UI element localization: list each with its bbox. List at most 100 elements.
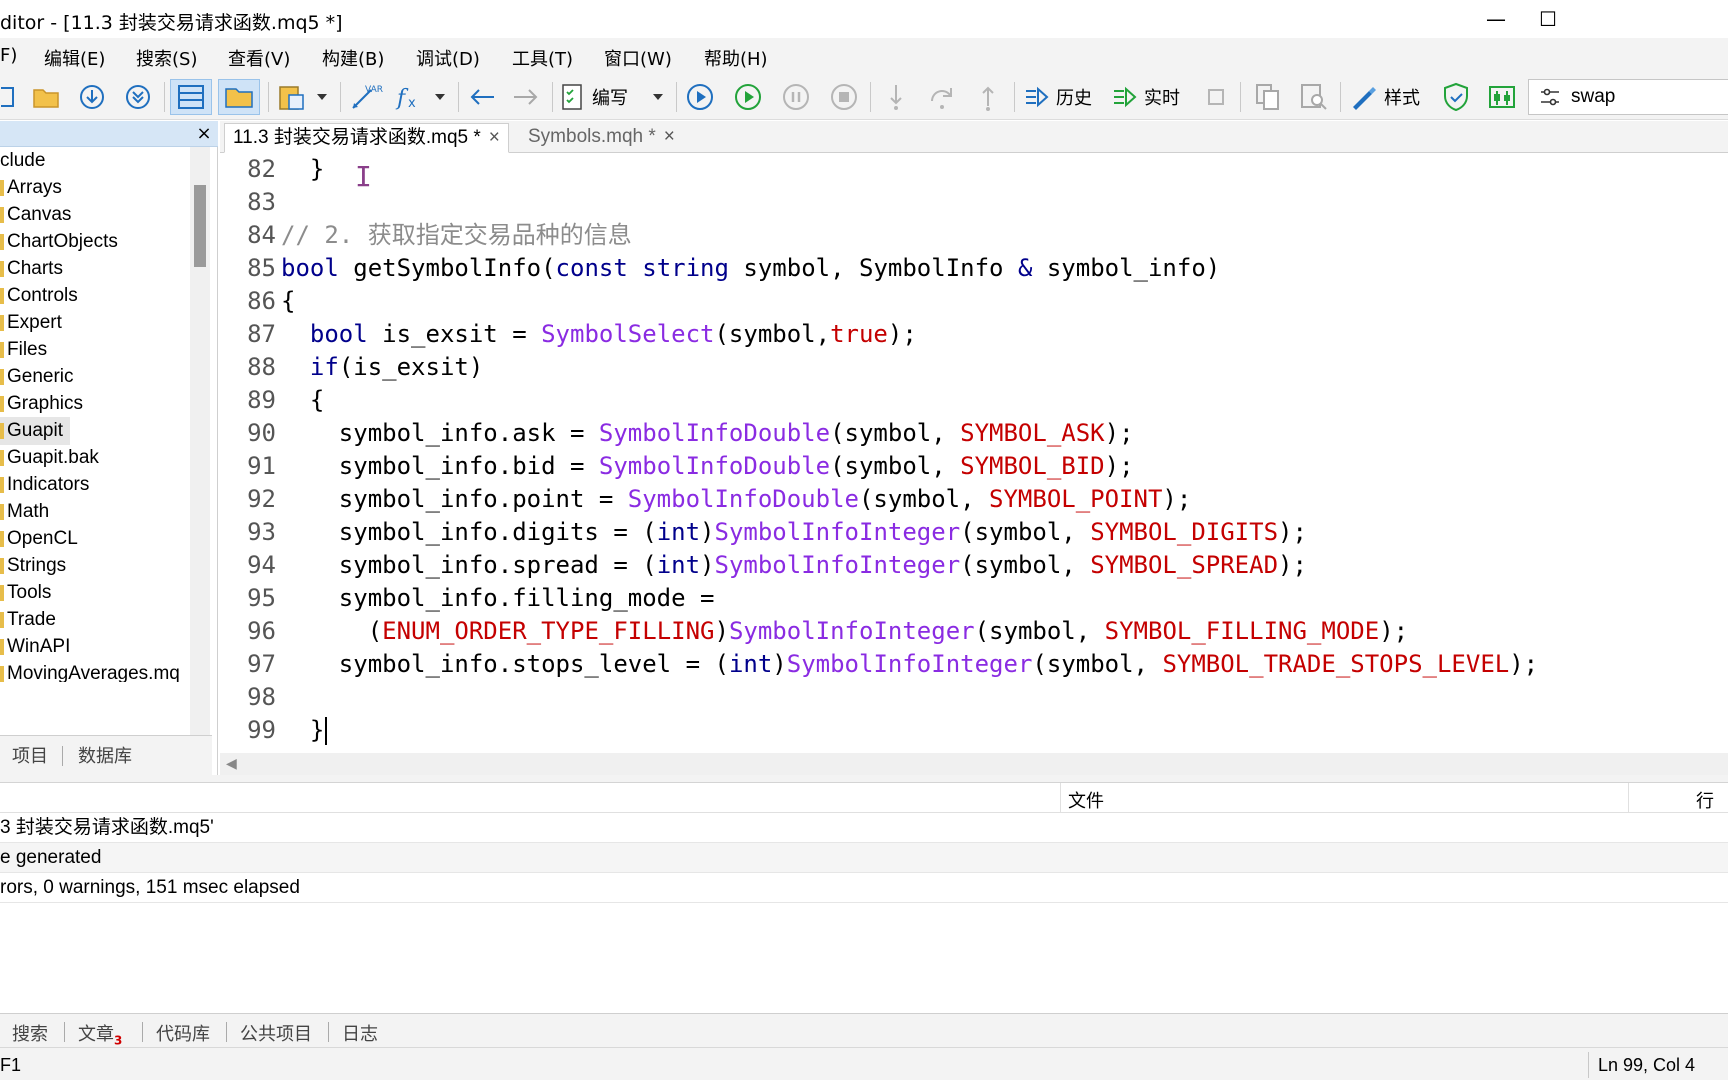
nav-item-guapit[interactable]: Guapit bbox=[0, 417, 70, 445]
nav-item-winapi[interactable]: WinAPI bbox=[0, 633, 70, 661]
tab-symbols-file[interactable]: Symbols.mqh * × bbox=[520, 123, 683, 153]
forward-arrow-icon[interactable] bbox=[508, 79, 544, 115]
code-line[interactable]: symbol_info.digits = (int)SymbolInfoInte… bbox=[281, 516, 1307, 549]
nav-item-expert[interactable]: Expert bbox=[0, 309, 62, 337]
code-line[interactable]: symbol_info.point = SymbolInfoDouble(sym… bbox=[281, 483, 1192, 516]
navigator-close-button[interactable]: × bbox=[194, 121, 214, 147]
search-box[interactable] bbox=[1528, 79, 1728, 115]
start-debug-icon[interactable] bbox=[682, 79, 718, 115]
market-icon[interactable] bbox=[1484, 79, 1520, 115]
compile-dropdown-icon[interactable] bbox=[648, 79, 668, 115]
download-icon[interactable] bbox=[74, 79, 110, 115]
menu-search[interactable]: 搜索(S) bbox=[136, 45, 197, 71]
menu-debug[interactable]: 调试(D) bbox=[416, 45, 480, 71]
paste-icon[interactable] bbox=[274, 79, 310, 115]
navigator-toggle-icon[interactable] bbox=[170, 79, 212, 115]
nav-item-trade[interactable]: Trade bbox=[0, 606, 56, 634]
code-line[interactable]: symbol_info.ask = SymbolInfoDouble(symbo… bbox=[281, 417, 1134, 450]
code-line[interactable]: symbol_info.filling_mode = bbox=[281, 582, 715, 615]
tab-search[interactable]: 搜索 bbox=[12, 1020, 48, 1046]
code-line[interactable]: { bbox=[281, 384, 324, 417]
maximize-button[interactable]: ☐ bbox=[1528, 4, 1568, 34]
tab-close-icon[interactable]: × bbox=[489, 127, 500, 148]
menu-build[interactable]: 构建(B) bbox=[322, 45, 384, 71]
search-input[interactable] bbox=[1571, 86, 1721, 108]
code-line[interactable]: if(is_exsit) bbox=[281, 351, 483, 384]
code-line[interactable]: (ENUM_ORDER_TYPE_FILLING)SymbolInfoInteg… bbox=[281, 615, 1408, 648]
menu-edit[interactable]: 编辑(E) bbox=[44, 45, 105, 71]
pause-icon[interactable] bbox=[778, 79, 814, 115]
navigator-scrollbar[interactable] bbox=[190, 147, 210, 735]
code-line[interactable]: symbol_info.spread = (int)SymbolInfoInte… bbox=[281, 549, 1307, 582]
nav-item-chartobjects[interactable]: ChartObjects bbox=[0, 228, 118, 256]
function-dropdown-icon[interactable] bbox=[430, 79, 450, 115]
download-all-icon[interactable] bbox=[120, 79, 156, 115]
menu-window[interactable]: 窗口(W) bbox=[604, 45, 672, 71]
tab-journal[interactable]: 日志 bbox=[342, 1020, 378, 1046]
code-line[interactable]: // 2. 获取指定交易品种的信息 bbox=[281, 219, 632, 252]
copy-icon[interactable] bbox=[1250, 79, 1286, 115]
realtime-test-button[interactable]: 实时 bbox=[1112, 79, 1192, 115]
open-folder-icon[interactable] bbox=[28, 79, 64, 115]
output-row[interactable]: 3 封装交易请求函数.mq5' bbox=[0, 813, 1728, 843]
compile-button[interactable]: 编写 bbox=[560, 79, 640, 115]
search-settings-icon[interactable] bbox=[1539, 86, 1561, 112]
code-line[interactable]: symbol_info.bid = SymbolInfoDouble(symbo… bbox=[281, 450, 1134, 483]
nav-item-math[interactable]: Math bbox=[0, 498, 49, 526]
step-out-icon[interactable] bbox=[970, 79, 1006, 115]
nav-item-files[interactable]: Files bbox=[0, 336, 47, 364]
nav-item-strings[interactable]: Strings bbox=[0, 552, 66, 580]
styler-button[interactable]: 样式 bbox=[1350, 79, 1430, 115]
insert-variable-icon[interactable]: VAR bbox=[346, 79, 386, 115]
nav-item-indicators[interactable]: Indicators bbox=[0, 471, 89, 499]
tab-close-icon[interactable]: × bbox=[664, 126, 675, 147]
nav-item-arrays[interactable]: Arrays bbox=[0, 174, 62, 202]
nav-item-charts[interactable]: Charts bbox=[0, 255, 63, 283]
nav-item-tools[interactable]: Tools bbox=[0, 579, 51, 607]
output-row[interactable]: rors, 0 warnings, 151 msec elapsed bbox=[0, 873, 1728, 903]
nav-item-canvas[interactable]: Canvas bbox=[0, 201, 71, 229]
panel-splitter[interactable] bbox=[0, 775, 1728, 783]
tab-main-file[interactable]: 11.3 封装交易请求函数.mq5 * × bbox=[224, 123, 509, 153]
menu-help[interactable]: 帮助(H) bbox=[704, 45, 768, 71]
column-line[interactable]: 行 bbox=[1696, 787, 1714, 813]
nav-item-include[interactable]: clude bbox=[0, 147, 45, 175]
nav-item-opencl[interactable]: OpenCL bbox=[0, 525, 78, 553]
tab-public-projects[interactable]: 公共项目 bbox=[240, 1020, 312, 1046]
nav-item-guapit-bak[interactable]: Guapit.bak bbox=[0, 444, 99, 472]
nav-item-generic[interactable]: Generic bbox=[0, 363, 74, 391]
stop-icon[interactable] bbox=[826, 79, 862, 115]
scroll-left-icon[interactable]: ◀ bbox=[226, 753, 237, 775]
output-row[interactable]: e generated bbox=[0, 843, 1728, 873]
nav-item-graphics[interactable]: Graphics bbox=[0, 390, 83, 418]
code-line[interactable]: } bbox=[281, 714, 328, 747]
insert-function-icon[interactable]: fx bbox=[392, 79, 428, 115]
minimize-button[interactable]: — bbox=[1476, 4, 1516, 34]
code-line[interactable]: { bbox=[281, 285, 295, 318]
tab-project[interactable]: 项目 bbox=[12, 742, 48, 768]
code-line[interactable]: } bbox=[281, 153, 324, 186]
shield-icon[interactable] bbox=[1438, 79, 1474, 115]
editor-horizontal-scrollbar[interactable]: ◀ bbox=[220, 753, 1728, 775]
menu-view[interactable]: 查看(V) bbox=[228, 45, 290, 71]
code-line[interactable]: bool is_exsit = SymbolSelect(symbol,true… bbox=[281, 318, 917, 351]
menu-tools[interactable]: 工具(T) bbox=[512, 45, 573, 71]
step-into-icon[interactable] bbox=[878, 79, 914, 115]
new-file-icon[interactable] bbox=[0, 79, 16, 115]
navigator-scroll-thumb[interactable] bbox=[194, 185, 206, 267]
tab-database[interactable]: 数据库 bbox=[78, 742, 132, 768]
column-file[interactable]: 文件 bbox=[1068, 787, 1104, 813]
nav-item-controls[interactable]: Controls bbox=[0, 282, 78, 310]
nav-item-movingaverages[interactable]: MovingAverages.mq bbox=[0, 660, 180, 682]
tab-articles[interactable]: 文章3 bbox=[78, 1020, 122, 1048]
code-editor[interactable]: 82 } 83 84// 2. 获取指定交易品种的信息 85 bool getSymbo… bbox=[220, 153, 1728, 753]
start-run-icon[interactable] bbox=[730, 79, 766, 115]
step-over-icon[interactable] bbox=[924, 79, 960, 115]
menu-file[interactable]: F) bbox=[0, 45, 17, 66]
history-test-button[interactable]: 历史 bbox=[1024, 79, 1104, 115]
toolbox-toggle-icon[interactable] bbox=[218, 79, 260, 115]
code-line[interactable]: symbol_info.stops_level = (int)SymbolInf… bbox=[281, 648, 1538, 681]
paste-dropdown-icon[interactable] bbox=[312, 79, 332, 115]
back-arrow-icon[interactable] bbox=[464, 79, 500, 115]
tab-codebase[interactable]: 代码库 bbox=[156, 1020, 210, 1046]
